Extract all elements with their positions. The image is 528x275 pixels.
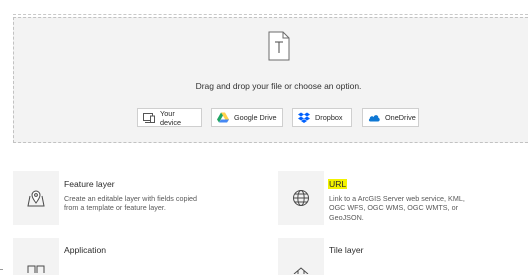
feature-layer-description: Create an editable layer with fields cop… xyxy=(64,194,198,213)
application-card[interactable]: Application xyxy=(13,238,263,275)
url-title: URL xyxy=(328,179,348,189)
tile-layer-icon-box xyxy=(278,238,324,275)
tile-layer-title: Tile layer xyxy=(329,245,364,255)
url-description: Link to a ArcGIS Server web service, KML… xyxy=(329,194,465,222)
dropbox-label: Dropbox xyxy=(315,113,343,122)
device-icon xyxy=(143,112,155,123)
map-pin-icon xyxy=(27,190,45,207)
tile-layer-icon xyxy=(293,267,309,274)
edge-mark xyxy=(0,269,3,270)
google-drive-icon xyxy=(217,112,229,123)
onedrive-icon xyxy=(368,115,380,122)
your-device-button[interactable]: Your device xyxy=(137,108,202,127)
dropbox-icon xyxy=(298,112,310,123)
globe-icon xyxy=(293,190,309,206)
google-drive-button[interactable]: Google Drive xyxy=(211,108,283,127)
feature-layer-card[interactable]: Feature layer Create an editable layer w… xyxy=(13,171,263,225)
onedrive-button[interactable]: OneDrive xyxy=(362,108,419,127)
your-device-label: Your device xyxy=(160,108,182,127)
tile-layer-card[interactable]: Tile layer xyxy=(278,238,528,275)
url-icon-box xyxy=(278,171,324,225)
file-upload-icon xyxy=(268,31,290,61)
url-card[interactable]: URL Link to a ArcGIS Server web service,… xyxy=(278,171,528,225)
feature-layer-icon-box xyxy=(13,171,59,225)
dropbox-button[interactable]: Dropbox xyxy=(292,108,352,127)
dropzone-prompt: Drag and drop your file or choose an opt… xyxy=(195,81,362,91)
feature-layer-title: Feature layer xyxy=(64,179,115,189)
url-title-text: URL xyxy=(328,179,348,189)
top-divider xyxy=(13,14,528,15)
application-icon-box xyxy=(13,238,59,275)
application-title: Application xyxy=(64,245,107,255)
onedrive-label: OneDrive xyxy=(385,113,416,122)
google-drive-label: Google Drive xyxy=(234,113,277,122)
application-icon xyxy=(27,265,45,273)
